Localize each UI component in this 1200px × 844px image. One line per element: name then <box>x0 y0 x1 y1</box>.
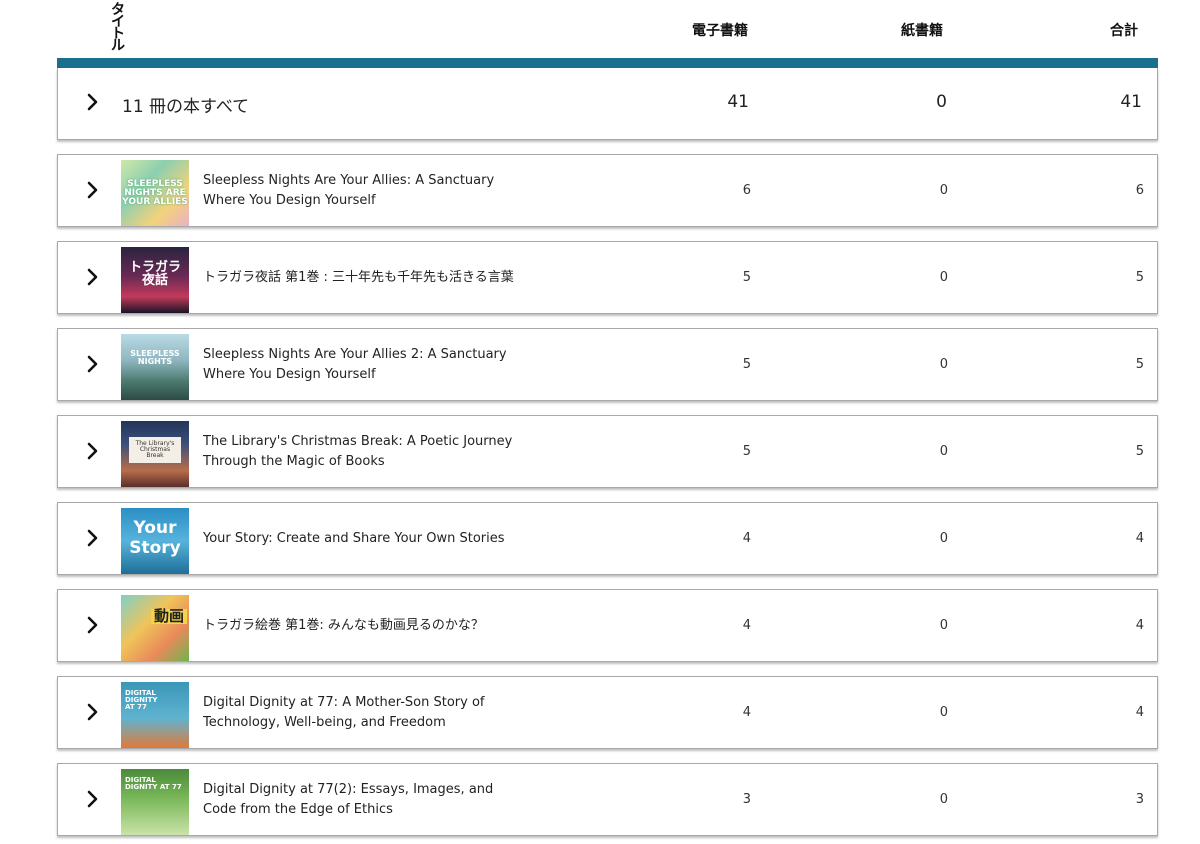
chevron-right-icon[interactable] <box>86 441 100 465</box>
book-total-count: 4 <box>1135 531 1144 546</box>
chevron-right-icon[interactable] <box>86 180 100 204</box>
column-header-paper[interactable]: 紙書籍 <box>901 20 943 40</box>
book-ebook-count: 3 <box>742 792 751 807</box>
book-title[interactable]: Your Story: Create and Share Your Own St… <box>203 503 523 574</box>
book-total-count: 4 <box>1135 618 1144 633</box>
book-cover-image: The Library's Christmas Break <box>121 421 189 487</box>
book-cover-image: DIGITAL DIGNITY AT 77 <box>121 769 189 835</box>
book-title[interactable]: Sleepless Nights Are Your Allies: A Sanc… <box>203 155 523 226</box>
chevron-right-icon[interactable] <box>86 528 100 552</box>
book-row[interactable]: Your Story Your Story: Create and Share … <box>57 502 1158 575</box>
book-title[interactable]: Sleepless Nights Are Your Allies 2: A Sa… <box>203 329 523 400</box>
chevron-right-icon[interactable] <box>86 92 100 116</box>
book-ebook-count: 5 <box>742 357 751 372</box>
book-title[interactable]: Digital Dignity at 77: A Mother-Son Stor… <box>203 677 523 748</box>
book-paper-count: 0 <box>939 618 948 633</box>
chevron-right-icon[interactable] <box>86 354 100 378</box>
chevron-right-icon[interactable] <box>86 615 100 639</box>
book-total-count: 5 <box>1135 270 1144 285</box>
column-header-title[interactable]: タイトル <box>111 3 129 53</box>
book-paper-count: 0 <box>939 444 948 459</box>
summary-ebook-count: 41 <box>727 92 749 112</box>
column-header-total[interactable]: 合計 <box>1110 20 1138 40</box>
book-row[interactable]: SLEEPLESS NIGHTS Sleepless Nights Are Yo… <box>57 328 1158 401</box>
chevron-right-icon[interactable] <box>86 702 100 726</box>
chevron-right-icon[interactable] <box>86 789 100 813</box>
book-ebook-count: 4 <box>742 705 751 720</box>
book-title[interactable]: トラガラ夜話 第1巻 : 三十年先も千年先も活きる言葉 <box>203 242 523 313</box>
book-paper-count: 0 <box>939 705 948 720</box>
book-ebook-count: 4 <box>742 618 751 633</box>
book-ebook-count: 5 <box>742 270 751 285</box>
book-ebook-count: 4 <box>742 531 751 546</box>
book-total-count: 4 <box>1135 705 1144 720</box>
book-total-count: 3 <box>1135 792 1144 807</box>
table-header: タイトル 電子書籍 紙書籍 合計 <box>57 0 1158 58</box>
book-cover-image: DIGITAL DIGNITY AT 77 <box>121 682 189 748</box>
book-total-count: 5 <box>1135 444 1144 459</box>
book-paper-count: 0 <box>939 270 948 285</box>
book-row[interactable]: SLEEPLESS NIGHTS ARE YOUR ALLIES Sleeple… <box>57 154 1158 227</box>
book-cover-image: 動画 <box>121 595 189 661</box>
book-total-count: 5 <box>1135 357 1144 372</box>
summary-paper-count: 0 <box>936 92 947 112</box>
book-row[interactable]: 動画 トラガラ絵巻 第1巻: みんなも動画見るのかな？ 4 0 4 <box>57 589 1158 662</box>
book-title[interactable]: トラガラ絵巻 第1巻: みんなも動画見るのかな？ <box>203 590 523 661</box>
header-divider-bar <box>57 58 1158 68</box>
book-row[interactable]: DIGITAL DIGNITY AT 77 Digital Dignity at… <box>57 676 1158 749</box>
book-paper-count: 0 <box>939 357 948 372</box>
all-books-summary-row[interactable]: 11 冊の本すべて 41 0 41 <box>57 68 1158 140</box>
book-cover-image: SLEEPLESS NIGHTS <box>121 334 189 400</box>
book-total-count: 6 <box>1135 183 1144 198</box>
book-ebook-count: 6 <box>742 183 751 198</box>
book-cover-image: トラガラ 夜話 <box>121 247 189 313</box>
book-row[interactable]: DIGITAL DIGNITY AT 77 Digital Dignity at… <box>57 763 1158 836</box>
book-row[interactable]: トラガラ 夜話 トラガラ夜話 第1巻 : 三十年先も千年先も活きる言葉 5 0 … <box>57 241 1158 314</box>
book-paper-count: 0 <box>939 531 948 546</box>
column-header-ebook[interactable]: 電子書籍 <box>692 20 748 40</box>
book-cover-image: SLEEPLESS NIGHTS ARE YOUR ALLIES <box>121 160 189 226</box>
book-row[interactable]: The Library's Christmas Break The Librar… <box>57 415 1158 488</box>
book-title[interactable]: The Library's Christmas Break: A Poetic … <box>203 416 523 487</box>
book-paper-count: 0 <box>939 792 948 807</box>
book-cover-image: Your Story <box>121 508 189 574</box>
book-title[interactable]: Digital Dignity at 77(2): Essays, Images… <box>203 764 523 835</box>
book-paper-count: 0 <box>939 183 948 198</box>
book-ebook-count: 5 <box>742 444 751 459</box>
summary-total-count: 41 <box>1120 92 1142 112</box>
summary-label: 11 冊の本すべて <box>122 97 250 117</box>
chevron-right-icon[interactable] <box>86 267 100 291</box>
